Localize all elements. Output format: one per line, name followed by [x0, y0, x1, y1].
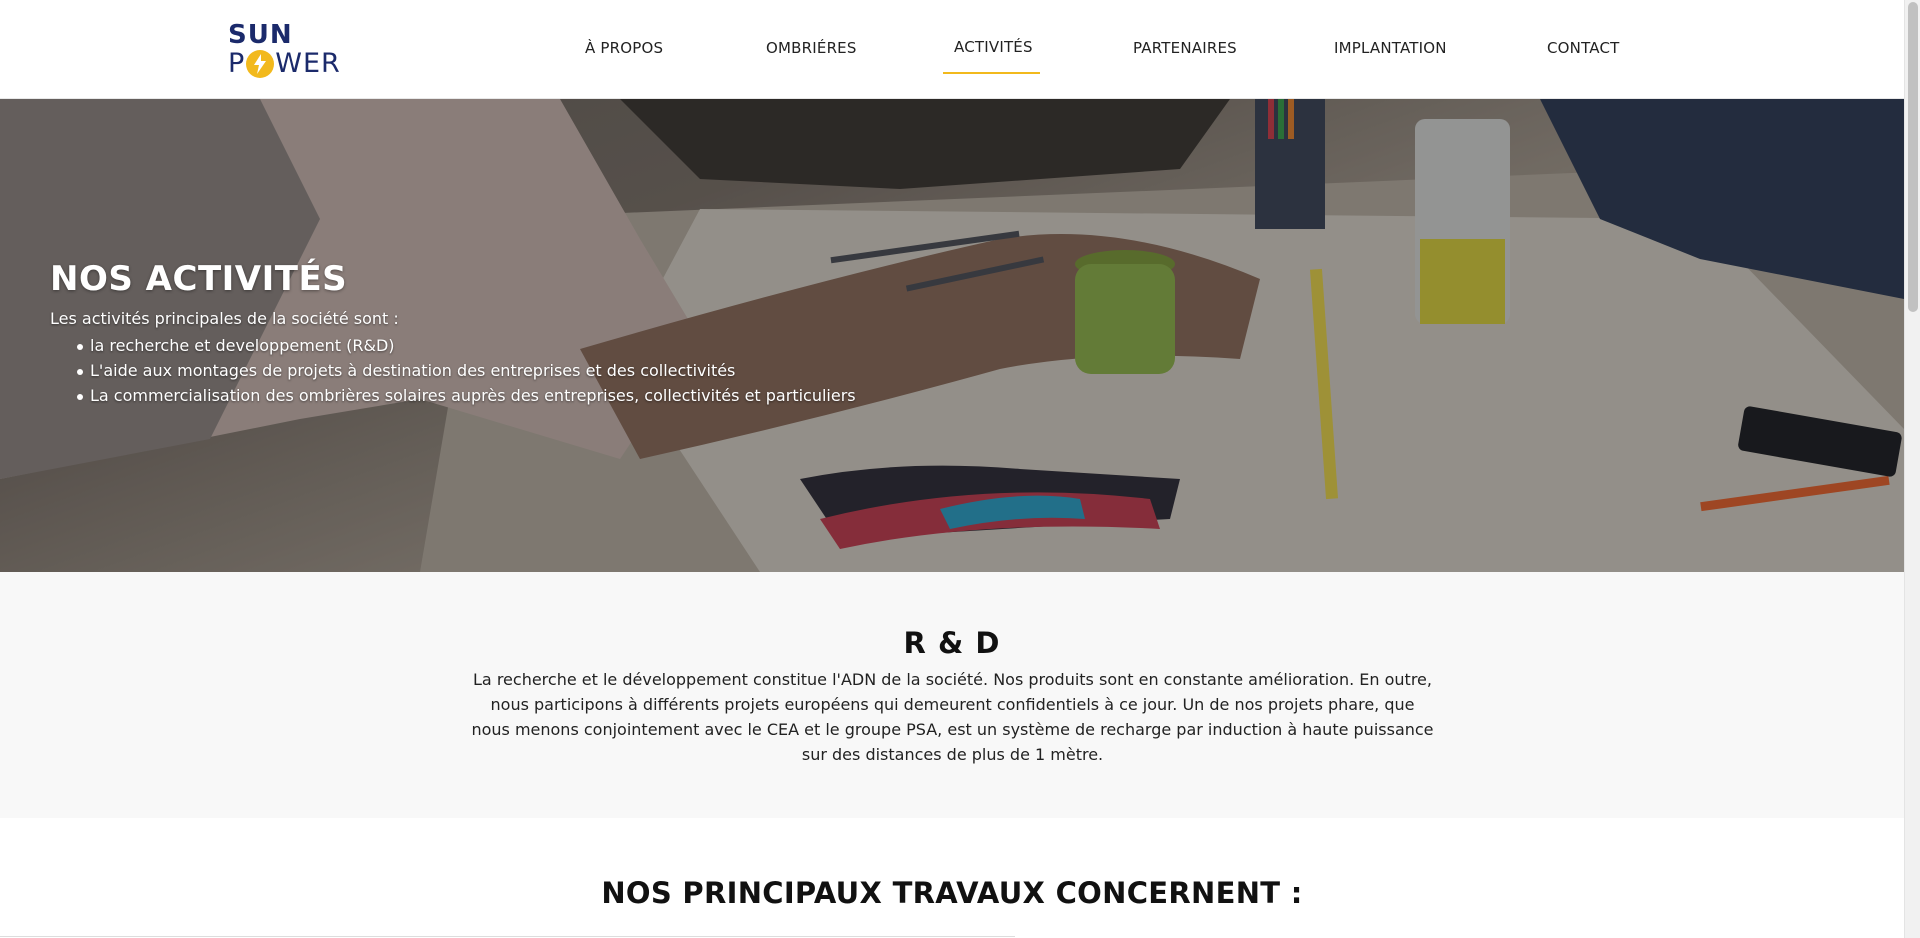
- hero-intro: Les activités principales de la société …: [50, 309, 399, 328]
- rd-title: R & D: [903, 626, 1001, 660]
- hero-title: NOS ACTIVITÉS: [50, 259, 348, 299]
- hero-content: NOS ACTIVITÉS Les activités principales …: [50, 259, 950, 408]
- main-nav: À PROPOS OMBRIÉRES ACTIVITÉS PARTENAIRES…: [0, 0, 1904, 99]
- nav-item-a-propos[interactable]: À PROPOS: [585, 39, 663, 57]
- scrollbar-thumb[interactable]: [1908, 2, 1918, 312]
- nav-item-activites[interactable]: ACTIVITÉS: [954, 38, 1033, 56]
- nav-item-contact[interactable]: CONTACT: [1547, 39, 1620, 57]
- page-scrollbar[interactable]: [1904, 0, 1920, 938]
- list-item: La commercialisation des ombrières solai…: [77, 383, 950, 408]
- list-item: la recherche et developpement (R&D): [77, 333, 950, 358]
- hero-banner: NOS ACTIVITÉS Les activités principales …: [0, 99, 1904, 572]
- rd-section: R & D La recherche et le développement c…: [0, 572, 1904, 818]
- nav-item-partenaires[interactable]: PARTENAIRES: [1133, 39, 1237, 57]
- travaux-title: NOS PRINCIPAUX TRAVAUX CONCERNENT :: [601, 876, 1303, 910]
- nav-item-implantation[interactable]: IMPLANTATION: [1334, 39, 1447, 57]
- list-item: L'aide aux montages de projets à destina…: [77, 358, 950, 383]
- site-header: SUN P WER À PROPOS OMBRIÉRES ACTIVITÉS P…: [0, 0, 1904, 99]
- nav-item-ombrieres[interactable]: OMBRIÉRES: [766, 39, 857, 57]
- activities-list: la recherche et developpement (R&D) L'ai…: [77, 333, 950, 408]
- travaux-section: NOS PRINCIPAUX TRAVAUX CONCERNENT :: [0, 818, 1904, 938]
- active-nav-underline: [943, 72, 1040, 74]
- rd-description: La recherche et le développement constit…: [471, 670, 1434, 764]
- section-divider: [0, 936, 1015, 937]
